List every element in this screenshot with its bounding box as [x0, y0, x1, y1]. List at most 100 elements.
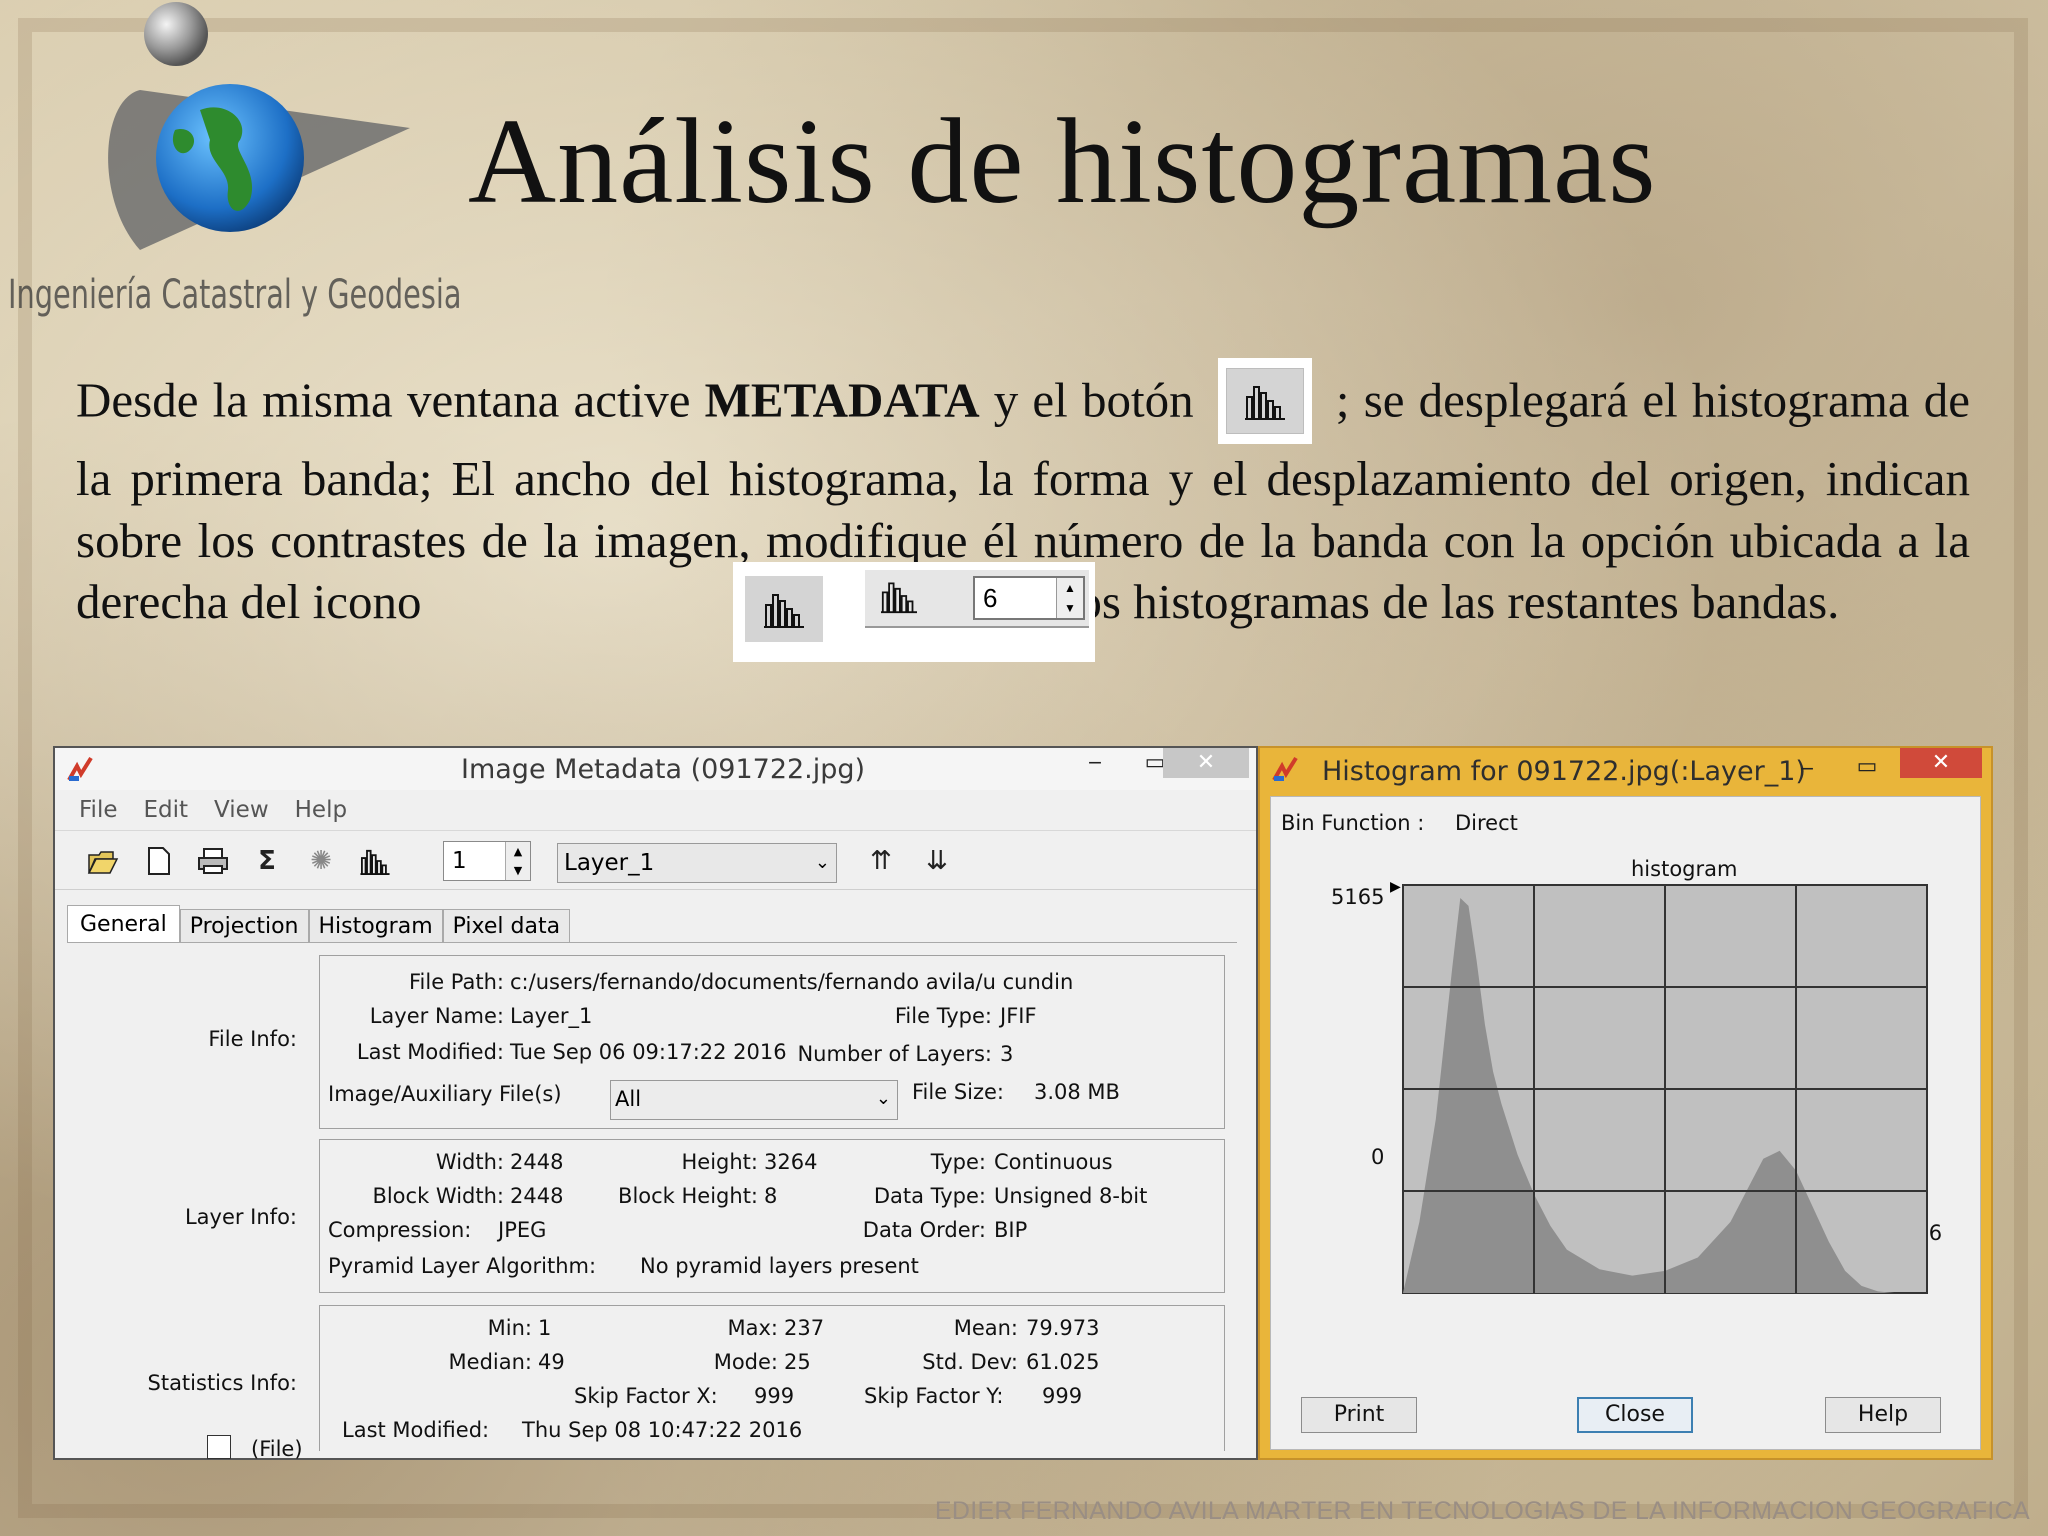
metadata-titlebar: Image Metadata (091722.jpg) ‒ ▭ ✕	[55, 748, 1256, 790]
histogram-window-title: Histogram for 091722.jpg(:Layer_1)	[1322, 756, 1806, 787]
general-tab-body: File Info: File Path: c:/users/fernando/…	[67, 942, 1237, 1461]
max-value: 237	[784, 1316, 825, 1340]
sort-descending-icon[interactable]: ⇊	[919, 843, 955, 879]
app-icon	[67, 756, 93, 781]
histogram-window: Histogram for 091722.jpg(:Layer_1) ‒ ▭ ✕…	[1258, 746, 1993, 1460]
histogram-button-sample	[1217, 358, 1312, 444]
histogram-icon	[1225, 368, 1304, 434]
pyramid-value: No pyramid layers present	[640, 1254, 919, 1278]
min-label: Min:	[487, 1316, 532, 1340]
aux-files-combo[interactable]: All ⌄	[610, 1080, 898, 1120]
file-info-group: File Path: c:/users/fernando/documents/f…	[319, 955, 1225, 1129]
last-modified-label: Last Modified:	[356, 1040, 504, 1064]
layer-name-value: Layer_1	[510, 1004, 593, 1028]
layer-combo[interactable]: Layer_1 ⌄	[557, 843, 837, 883]
metadata-window-title: Image Metadata (091722.jpg)	[461, 754, 866, 785]
file-path-label: File Path:	[408, 970, 504, 994]
compression-value: JPEG	[498, 1218, 547, 1242]
band-spin-value: 6	[983, 583, 998, 613]
compression-label: Compression:	[328, 1218, 472, 1242]
close-button[interactable]: Close	[1577, 1397, 1693, 1433]
menu-view[interactable]: View	[214, 797, 269, 823]
open-folder-icon[interactable]	[85, 843, 121, 879]
y-min-label: 0	[1371, 1145, 1385, 1169]
statistics-info-label: Statistics Info:	[147, 1371, 298, 1395]
file-size-value: 3.08 MB	[1034, 1080, 1120, 1104]
std-label: Std. Dev:	[922, 1350, 1018, 1374]
footer-credit: EDIER FERNANDO AVILA MARTER EN TECNOLOGI…	[934, 1497, 2030, 1525]
logo-text: Ingeniería Catastral y Geodesia	[8, 272, 462, 318]
file-info-label: File Info:	[208, 1027, 297, 1051]
help-button[interactable]: Help	[1825, 1397, 1941, 1433]
band-selector-strip: 6 ▲ ▼	[865, 570, 1089, 628]
layer-combo-value: Layer_1	[564, 850, 655, 876]
spin-down-icon[interactable]: ▼	[506, 861, 530, 880]
mode-value: 25	[784, 1350, 811, 1374]
gear-icon[interactable]: ✺	[303, 843, 339, 879]
new-file-icon[interactable]	[141, 843, 177, 879]
slide-title: Análisis de histogramas	[468, 94, 1657, 229]
y-max-label: 5165	[1331, 885, 1385, 909]
close-window-button[interactable]: ✕	[1163, 748, 1249, 778]
type-value: Continuous	[994, 1150, 1113, 1174]
menu-edit[interactable]: Edit	[144, 797, 189, 823]
median-value: 49	[538, 1350, 565, 1374]
file-checkbox[interactable]	[207, 1435, 231, 1459]
aux-files-value: All	[615, 1087, 642, 1111]
mean-label: Mean:	[953, 1316, 1018, 1340]
height-value: 3264	[764, 1150, 818, 1174]
sort-ascending-icon[interactable]: ⇈	[863, 843, 899, 879]
skip-y-value: 999	[1042, 1384, 1083, 1408]
tab-general[interactable]: General	[67, 905, 180, 943]
close-window-button[interactable]: ✕	[1900, 748, 1982, 778]
plot-title: histogram	[1631, 857, 1738, 881]
spin-up-icon[interactable]: ▲	[506, 842, 530, 861]
menu-file[interactable]: File	[79, 797, 118, 823]
minimize-button[interactable]: ‒	[1065, 748, 1125, 778]
block-height-value: 8	[764, 1184, 778, 1208]
median-label: Median:	[448, 1350, 532, 1374]
block-height-label: Block Height:	[618, 1184, 758, 1208]
width-value: 2448	[510, 1150, 564, 1174]
y-max-marker-icon[interactable]: ▶	[1390, 879, 1401, 895]
mode-label: Mode:	[713, 1350, 778, 1374]
stats-last-modified-value: Thu Sep 08 10:47:22 2016	[522, 1418, 803, 1442]
last-modified-value: Tue Sep 06 09:17:22 2016	[510, 1040, 787, 1064]
tab-projection[interactable]: Projection	[179, 909, 309, 943]
histogram-icon[interactable]	[357, 843, 393, 879]
block-width-value: 2448	[510, 1184, 564, 1208]
menu-help[interactable]: Help	[295, 797, 347, 823]
minimize-button[interactable]: ‒	[1782, 754, 1832, 784]
stats-last-modified-label: Last Modified:	[342, 1418, 490, 1442]
spin-arrows[interactable]: ▲ ▼	[505, 842, 530, 880]
band-control-sample: 6 ▲ ▼	[733, 562, 1095, 662]
data-type-label: Data Type:	[873, 1184, 986, 1208]
band-spinbox-sample: 6 ▲ ▼	[973, 576, 1085, 620]
file-type-label: File Type:	[894, 1004, 992, 1028]
para-part-1: Desde la misma ventana active	[76, 372, 691, 428]
data-order-label: Data Order:	[862, 1218, 986, 1242]
sigma-icon[interactable]: Σ	[249, 843, 285, 879]
spin-down-icon: ▼	[1064, 601, 1076, 615]
file-size-label: File Size:	[912, 1080, 1004, 1104]
aux-files-label: Image/Auxiliary File(s)	[328, 1082, 562, 1106]
skip-y-label: Skip Factor Y:	[864, 1384, 1004, 1408]
block-width-label: Block Width:	[372, 1184, 504, 1208]
min-value: 1	[538, 1316, 552, 1340]
print-icon[interactable]	[195, 843, 231, 879]
image-metadata-window: Image Metadata (091722.jpg) ‒ ▭ ✕ File E…	[53, 746, 1258, 1461]
app-icon	[1272, 756, 1298, 781]
para-part-2: y el botón	[993, 372, 1194, 428]
maximize-button[interactable]: ▭	[1842, 752, 1892, 782]
histogram-titlebar: Histogram for 091722.jpg(:Layer_1) ‒ ▭ ✕	[1260, 748, 1991, 790]
band-spinbox[interactable]: 1 ▲ ▼	[443, 841, 531, 881]
data-type-value: Unsigned 8-bit	[994, 1184, 1148, 1208]
type-label: Type:	[930, 1150, 986, 1174]
histogram-icon	[879, 578, 919, 619]
toolbar: Σ ✺ 1 ▲ ▼ Layer_1 ⌄ ⇈ ⇊	[55, 831, 1256, 890]
print-button[interactable]: Print	[1301, 1397, 1417, 1433]
tab-strip: General Projection Histogram Pixel data	[67, 905, 571, 943]
tab-pixel-data[interactable]: Pixel data	[442, 909, 571, 943]
num-layers-value: 3	[1000, 1042, 1014, 1066]
tab-histogram[interactable]: Histogram	[308, 909, 443, 943]
